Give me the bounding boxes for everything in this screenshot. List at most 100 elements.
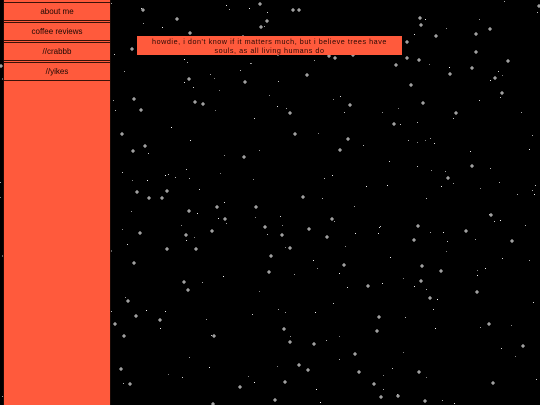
star	[334, 221, 335, 222]
star	[479, 100, 480, 101]
star	[193, 87, 194, 88]
star	[277, 106, 278, 107]
star	[517, 194, 518, 195]
star	[405, 317, 406, 318]
star	[333, 303, 334, 304]
star	[182, 377, 183, 378]
star	[254, 382, 255, 383]
sidebar-item-about-me[interactable]: about me	[4, 2, 110, 21]
star	[491, 381, 495, 385]
star	[143, 144, 147, 148]
star	[417, 370, 421, 374]
star	[113, 100, 114, 101]
star	[389, 161, 390, 162]
star	[430, 232, 431, 233]
star	[511, 325, 512, 326]
star	[470, 151, 471, 152]
star	[280, 216, 281, 217]
star	[446, 28, 447, 29]
star	[387, 185, 388, 186]
star	[215, 110, 216, 111]
star	[313, 260, 314, 261]
star	[126, 299, 130, 303]
star	[265, 19, 269, 23]
quote-box: howdie, i don't know if it matters much,…	[137, 36, 402, 55]
star	[189, 357, 190, 358]
star	[184, 233, 188, 237]
star	[0, 197, 1, 198]
star	[383, 389, 384, 390]
star	[454, 111, 458, 115]
sidebar-item-yikes[interactable]: //yikes	[4, 62, 110, 81]
star	[148, 153, 149, 154]
sidebar: about me coffee reviews //crabbb //yikes	[3, 0, 111, 405]
star	[419, 23, 423, 27]
star	[197, 213, 198, 214]
star	[434, 34, 438, 38]
star	[282, 327, 286, 331]
star	[382, 283, 383, 284]
star	[122, 172, 123, 173]
star	[418, 16, 422, 20]
star	[147, 196, 151, 200]
star	[420, 264, 424, 268]
star	[421, 101, 425, 105]
star	[165, 247, 169, 251]
star	[301, 195, 305, 199]
star	[212, 334, 216, 338]
star	[416, 224, 420, 228]
star	[510, 239, 514, 243]
star	[346, 137, 350, 141]
star	[479, 19, 480, 20]
star	[502, 258, 503, 259]
star	[448, 72, 452, 76]
star	[521, 112, 522, 113]
star	[224, 155, 225, 156]
star	[288, 246, 292, 250]
star	[325, 235, 329, 239]
sidebar-item-crabbb[interactable]: //crabbb	[4, 42, 110, 61]
star	[209, 367, 210, 368]
star	[532, 190, 533, 191]
star	[320, 402, 321, 403]
star	[134, 314, 138, 318]
star	[316, 389, 317, 390]
star	[165, 189, 169, 193]
star	[355, 233, 356, 234]
star	[535, 185, 536, 186]
star	[171, 127, 172, 128]
star	[490, 168, 491, 169]
quote-text: howdie, i don't know if it matters much,…	[152, 37, 387, 55]
star	[125, 297, 126, 298]
sidebar-item-coffee-reviews[interactable]: coffee reviews	[4, 22, 110, 41]
star	[280, 233, 284, 237]
star	[218, 218, 219, 219]
star	[405, 56, 409, 60]
star	[285, 247, 286, 248]
star	[131, 149, 135, 153]
star	[403, 352, 404, 353]
star	[146, 310, 147, 311]
star	[338, 148, 342, 152]
star	[366, 284, 370, 288]
star	[494, 221, 495, 222]
star	[141, 8, 142, 9]
star	[114, 54, 115, 55]
star	[382, 112, 383, 113]
star	[263, 225, 267, 229]
star	[392, 122, 396, 126]
star	[500, 91, 504, 95]
star	[182, 280, 186, 284]
star	[277, 366, 278, 367]
star	[475, 239, 476, 240]
star	[347, 287, 348, 288]
star	[339, 359, 340, 360]
star	[532, 135, 533, 136]
star	[379, 395, 383, 399]
star	[184, 59, 185, 60]
star	[378, 233, 379, 234]
star	[453, 118, 454, 119]
star	[394, 63, 398, 67]
star	[306, 368, 310, 372]
star	[175, 177, 176, 178]
